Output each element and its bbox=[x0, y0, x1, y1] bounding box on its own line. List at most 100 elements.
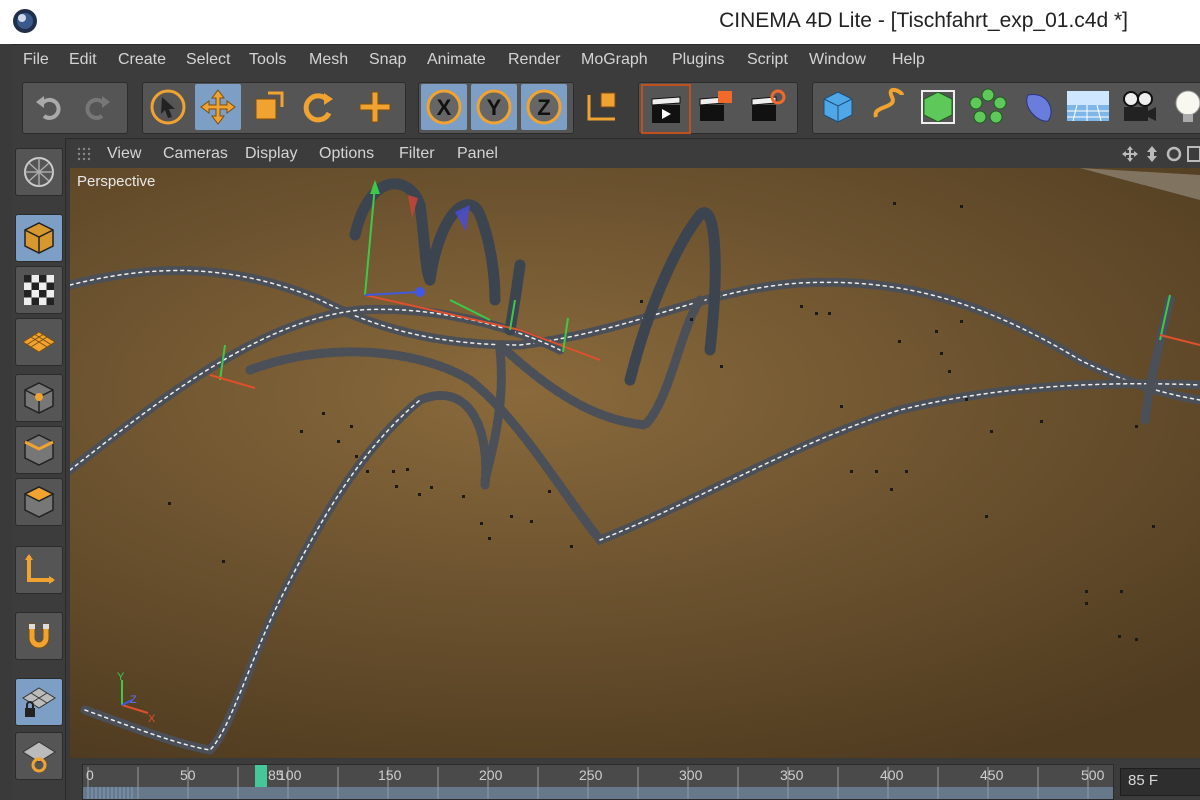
viewport-menu-cameras[interactable]: Cameras bbox=[163, 145, 228, 163]
edges-mode-button[interactable] bbox=[15, 426, 63, 474]
timeline-tick-0: 0 bbox=[86, 767, 94, 783]
spline-pen-button[interactable] bbox=[865, 84, 911, 130]
timeline-tick-250: 250 bbox=[579, 767, 603, 783]
timeline-tick-50: 50 bbox=[180, 767, 196, 783]
menu-edit[interactable]: Edit bbox=[69, 51, 97, 69]
snap-magnet-icon bbox=[28, 623, 50, 649]
object-mode-icon bbox=[24, 222, 54, 254]
window-title: CINEMA 4D Lite - [Tischfahrt_exp_01.c4d … bbox=[719, 9, 1128, 32]
cube-icon bbox=[823, 91, 853, 123]
timeline-tick-400: 400 bbox=[880, 767, 904, 783]
camera-icon bbox=[1123, 91, 1156, 121]
texture-mode-button[interactable] bbox=[15, 266, 63, 314]
pan-view-icon[interactable] bbox=[1122, 146, 1138, 162]
menu-help[interactable]: Help bbox=[892, 51, 925, 69]
menu-window[interactable]: Window bbox=[809, 51, 866, 69]
playhead-frame-label: 85 bbox=[268, 767, 284, 783]
loop-shapes bbox=[349, 178, 721, 386]
world-axis-z-label: Z bbox=[130, 694, 137, 706]
workplane-align-button[interactable] bbox=[15, 732, 63, 780]
floor-edge bbox=[1080, 168, 1200, 200]
menu-select[interactable]: Select bbox=[186, 51, 230, 69]
deformer-button[interactable] bbox=[1015, 84, 1061, 130]
move-icon bbox=[200, 89, 236, 125]
playhead-marker[interactable] bbox=[255, 765, 267, 787]
edges-mode-icon bbox=[24, 434, 54, 466]
menu-mesh[interactable]: Mesh bbox=[309, 51, 348, 69]
viewport-menu-options[interactable]: Options bbox=[319, 145, 374, 163]
menu-tools[interactable]: Tools bbox=[249, 51, 286, 69]
timeline-tick-200: 200 bbox=[479, 767, 503, 783]
render-view-icon bbox=[651, 96, 681, 123]
workplane-mode-icon bbox=[22, 331, 56, 353]
world-axis-x-label: X bbox=[148, 713, 156, 725]
render-picture-viewer-button[interactable] bbox=[693, 84, 739, 130]
render-settings-button[interactable] bbox=[745, 84, 791, 130]
polygons-mode-icon bbox=[23, 486, 55, 518]
undo-button[interactable] bbox=[26, 84, 72, 130]
redo-button[interactable] bbox=[74, 84, 120, 130]
z-axis-button[interactable]: Z bbox=[521, 84, 567, 130]
points-mode-button[interactable] bbox=[15, 374, 63, 422]
object-mode-button[interactable] bbox=[15, 214, 63, 262]
maximize-view-icon[interactable] bbox=[1187, 146, 1200, 162]
array-button[interactable] bbox=[965, 84, 1011, 130]
texture-mode-icon bbox=[24, 275, 54, 305]
timeline-ruler[interactable]: 0 50 100 150 200 250 300 350 400 450 500… bbox=[82, 764, 1114, 800]
rotate-view-icon[interactable] bbox=[1166, 146, 1182, 162]
workplane-mode-button[interactable] bbox=[15, 318, 63, 366]
render-view-button[interactable] bbox=[641, 84, 691, 134]
y-axis-button[interactable]: Y bbox=[471, 84, 517, 130]
light-button[interactable] bbox=[1165, 84, 1200, 130]
menu-animate[interactable]: Animate bbox=[427, 51, 486, 69]
viewport-menu-view[interactable]: View bbox=[107, 145, 141, 163]
floor-button[interactable] bbox=[1065, 84, 1111, 130]
coordinate-system-button[interactable] bbox=[578, 84, 624, 130]
camera-button[interactable] bbox=[1115, 84, 1161, 130]
menu-bar: File Edit Create Select Tools Mesh Snap … bbox=[12, 44, 1200, 77]
rotate-icon bbox=[303, 93, 333, 123]
move-button[interactable] bbox=[195, 84, 241, 130]
live-selection-icon bbox=[150, 89, 186, 125]
viewport-nav-icons bbox=[1122, 146, 1200, 162]
grip-icon[interactable] bbox=[76, 146, 92, 162]
menu-plugins[interactable]: Plugins bbox=[672, 51, 724, 69]
menu-render[interactable]: Render bbox=[508, 51, 560, 69]
scene-canvas: Y Z X bbox=[70, 168, 1200, 755]
viewport-menu-filter[interactable]: Filter bbox=[399, 145, 435, 163]
toolbar: X Y Z bbox=[12, 76, 1200, 139]
perspective-viewport[interactable]: Y Z X bbox=[70, 168, 1200, 758]
coordinate-system-icon bbox=[587, 92, 616, 121]
cube-button[interactable] bbox=[815, 84, 861, 130]
scale-button[interactable] bbox=[245, 84, 291, 130]
rotate-button[interactable] bbox=[295, 84, 341, 130]
subdivision-button[interactable] bbox=[915, 84, 961, 130]
axis-mode-button[interactable] bbox=[15, 546, 63, 594]
subdivision-icon bbox=[921, 90, 955, 124]
deformer-icon bbox=[1026, 94, 1052, 122]
lock-workplane-button[interactable] bbox=[15, 678, 63, 726]
viewport-camera-label: Perspective bbox=[77, 173, 156, 190]
timeline-tick-300: 300 bbox=[679, 767, 703, 783]
workplane-align-icon bbox=[22, 741, 56, 773]
model-mode-button[interactable] bbox=[15, 148, 63, 196]
create-tool-button[interactable] bbox=[352, 84, 398, 130]
dolly-view-icon[interactable] bbox=[1147, 146, 1157, 162]
live-selection-button[interactable] bbox=[145, 84, 191, 130]
create-tool-icon bbox=[359, 91, 391, 123]
light-icon bbox=[1175, 90, 1200, 122]
mode-palette bbox=[12, 138, 66, 800]
menu-snap[interactable]: Snap bbox=[369, 51, 406, 69]
menu-create[interactable]: Create bbox=[118, 51, 166, 69]
world-axis-y-label: Y bbox=[117, 671, 125, 683]
menu-mograph[interactable]: MoGraph bbox=[581, 51, 648, 69]
polygons-mode-button[interactable] bbox=[15, 478, 63, 526]
x-axis-button[interactable]: X bbox=[421, 84, 467, 130]
current-frame-value: 85 F bbox=[1128, 772, 1159, 789]
snap-magnet-button[interactable] bbox=[15, 612, 63, 660]
timeline-tick-500: 500 bbox=[1081, 767, 1105, 783]
viewport-menu-display[interactable]: Display bbox=[245, 145, 297, 163]
menu-file[interactable]: File bbox=[23, 51, 49, 69]
viewport-menu-panel[interactable]: Panel bbox=[457, 145, 498, 163]
menu-script[interactable]: Script bbox=[747, 51, 788, 69]
